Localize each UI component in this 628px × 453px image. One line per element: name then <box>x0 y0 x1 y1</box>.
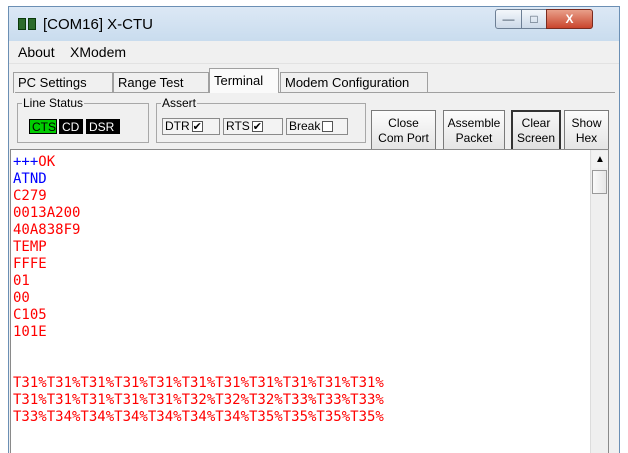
maximize-icon: □ <box>530 12 538 26</box>
close-icon: X <box>565 12 574 26</box>
show-hex-label-line2: Hex <box>575 130 598 145</box>
close-com-port-label-line1: Close <box>388 115 419 130</box>
assemble-packet-button[interactable]: Assemble Packet <box>443 110 505 151</box>
terminal-received-ok: OK <box>38 154 56 170</box>
dtr-checkbox[interactable]: ✔ <box>191 121 203 133</box>
terminal-line: TEMP <box>13 239 47 255</box>
tab-terminal[interactable]: Terminal <box>209 68 279 93</box>
minimize-icon: — <box>502 12 515 26</box>
clear-screen-button[interactable]: Clear Screen <box>511 110 561 151</box>
xctu-app-icon <box>18 18 38 30</box>
menu-bar: About XModem <box>9 41 619 64</box>
terminal-line: ATND <box>13 171 47 187</box>
assemble-packet-label-line1: Assemble <box>447 115 501 130</box>
rts-checkbox[interactable]: ✔ <box>251 121 263 133</box>
rts-toggle[interactable]: RTS ✔ <box>223 118 283 135</box>
terminal-line: 101E <box>13 324 47 340</box>
assemble-packet-label-line2: Packet <box>455 130 493 145</box>
cts-indicator: CTS <box>29 119 57 134</box>
terminal-output[interactable]: +++OK ATND C279 0013A200 40A838F9 TEMP F… <box>10 149 609 453</box>
terminal-line: T31%T31%T31%T31%T31%T32%T32%T32%T33%T33%… <box>13 392 384 408</box>
maximize-button[interactable]: □ <box>521 9 547 29</box>
show-hex-label-line1: Show <box>571 115 602 130</box>
close-button[interactable]: X <box>546 9 593 29</box>
title-bar[interactable]: [COM16] X-CTU — □ X <box>9 7 619 41</box>
tab-range-test[interactable]: Range Test <box>113 72 209 93</box>
terminal-sent-text: +++ <box>13 154 39 170</box>
terminal-line: 0013A200 <box>13 205 81 221</box>
close-com-port-button[interactable]: Close Com Port <box>371 110 436 151</box>
terminal-line: 40A838F9 <box>13 222 81 238</box>
break-label: Break <box>289 119 321 133</box>
dtr-label: DTR <box>165 119 190 133</box>
cd-indicator: CD <box>59 119 83 134</box>
terminal-line: 01 <box>13 273 30 289</box>
scroll-up-arrow-icon[interactable]: ▲ <box>592 151 608 168</box>
terminal-line: C279 <box>13 188 47 204</box>
terminal-lines: +++OK ATND C279 0013A200 40A838F9 TEMP F… <box>13 154 384 426</box>
menu-item-xmodem[interactable]: XModem <box>70 44 126 60</box>
tab-modem-configuration[interactable]: Modem Configuration <box>280 72 428 93</box>
tab-bar: PC Settings Range Test Terminal Modem Co… <box>9 68 619 93</box>
line-status-indicators: CTS CD DSR <box>17 97 149 143</box>
clear-screen-label-line1: Clear <box>521 115 551 130</box>
terminal-line: 00 <box>13 290 30 306</box>
menu-item-about[interactable]: About <box>18 44 55 60</box>
terminal-line: C105 <box>13 307 47 323</box>
break-toggle[interactable]: Break <box>286 118 348 135</box>
dsr-indicator: DSR <box>86 119 120 134</box>
close-com-port-label-line2: Com Port <box>378 130 429 145</box>
terminal-line: T33%T34%T34%T34%T34%T34%T34%T35%T35%T35%… <box>13 409 384 425</box>
break-checkbox[interactable] <box>322 121 334 132</box>
minimize-button[interactable]: — <box>495 9 522 29</box>
show-hex-button[interactable]: Show Hex <box>564 110 609 151</box>
tab-panel-border <box>15 92 615 93</box>
window-title: [COM16] X-CTU <box>43 16 154 33</box>
assert-controls: DTR ✔ RTS ✔ Break <box>156 97 366 143</box>
terminal-line: T31%T31%T31%T31%T31%T31%T31%T31%T31%T31%… <box>13 375 384 391</box>
terminal-line: FFFE <box>13 256 47 272</box>
terminal-scrollbar[interactable]: ▲ <box>590 150 608 453</box>
terminal-line-mixed: +++OK <box>13 154 384 171</box>
clear-screen-label-line2: Screen <box>516 130 556 145</box>
scrollbar-thumb[interactable] <box>592 170 607 194</box>
dtr-toggle[interactable]: DTR ✔ <box>162 118 220 135</box>
tab-pc-settings[interactable]: PC Settings <box>13 72 113 93</box>
rts-label: RTS <box>226 119 250 133</box>
